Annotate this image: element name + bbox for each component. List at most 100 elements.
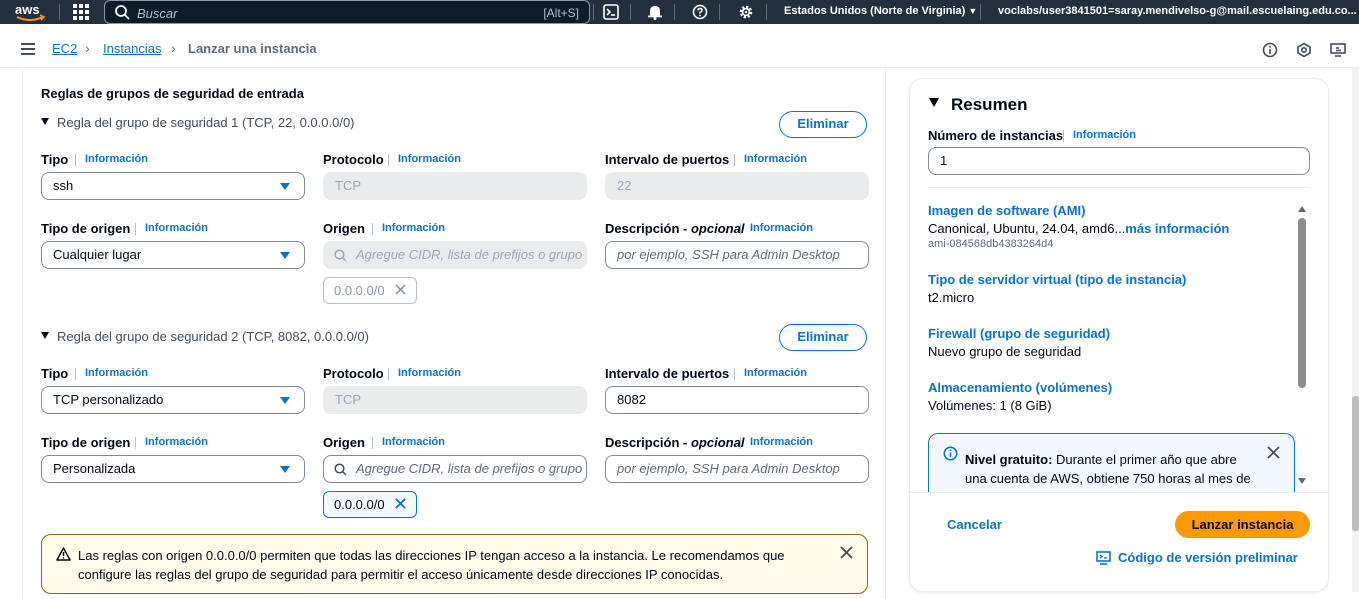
rule-1-source-type-select[interactable]: Cualquier lugar [41,241,305,269]
preview-code-link[interactable]: Código de versión preliminar [1096,550,1298,565]
divider [719,4,720,20]
open-access-warning-alert: Las reglas con origen 0.0.0.0/0 permiten… [41,534,868,594]
chevron-right-icon: › [85,40,90,56]
divider [388,154,389,166]
instances-count-input[interactable]: 1 [928,147,1310,175]
search-placeholder: Buscar [137,6,178,21]
cancel-button[interactable]: Cancelar [947,517,1002,532]
caret-down-icon [280,183,290,190]
rule-2-source-input[interactable]: Agregue CIDR, lista de prefijos o grupo … [323,455,587,483]
account-menu[interactable]: voclabs/user3841501=saray.mendivelso-g@m… [998,5,1359,17]
screen-preview-icon[interactable] [1330,42,1346,58]
settings-gear-icon[interactable] [738,4,754,20]
rule-2-description-input[interactable]: por ejemplo, SSH para Admin Desktop [605,455,869,483]
instances-count-label: Número de instancias [928,128,1064,143]
delete-rule-2-button[interactable]: Eliminar [779,324,867,351]
search-icon [334,463,347,476]
remove-token-icon [395,284,406,295]
rule-2-type-select[interactable]: TCP personalizado [41,386,305,414]
breadcrumb-instances[interactable]: Instancias [103,41,162,56]
feedback-icon[interactable] [1296,42,1312,58]
rule-1-source-input: Agregue CIDR, lista de prefijos o grupo … [323,241,587,269]
port-range-info-link[interactable]: Información [744,153,807,165]
divider [1063,130,1064,142]
instance-type-value: t2.micro [928,290,975,305]
close-icon[interactable] [840,546,853,559]
rule-1-description-input[interactable]: por ejemplo, SSH para Admin Desktop [605,241,869,269]
rule-2-port-range-input[interactable]: 8082 [605,386,869,414]
notifications-bell-icon[interactable] [647,4,663,20]
description-label: Descripción - opcional [605,435,745,450]
rule-1-header[interactable]: Regla del grupo de seguridad 1 (TCP, 22,… [41,115,355,130]
divider [372,223,373,235]
source-info-link[interactable]: Información [382,436,445,448]
divider [674,4,675,20]
aws-logo-icon[interactable]: aws [14,1,46,23]
instance-type-link[interactable]: Tipo de servidor virtual (tipo de instan… [928,272,1186,287]
type-label: Tipo [41,366,69,381]
ami-link[interactable]: Imagen de software (AMI) [928,203,1085,218]
free-tier-alert: Nivel gratuito: Durante el primer año qu… [928,433,1295,493]
remove-token-icon[interactable] [394,497,407,510]
info-circle-icon [943,446,958,461]
divider [75,368,76,380]
caret-down-icon [280,397,290,404]
rule-2-source-type-select[interactable]: Personalizada [41,455,305,483]
source-info-link[interactable]: Información [382,222,445,234]
expand-triangle-icon [41,118,49,125]
summary-scrollbar-thumb[interactable] [1298,218,1306,388]
source-type-info-link[interactable]: Información [145,436,208,448]
summary-title[interactable]: Resumen [929,95,1028,115]
type-info-link[interactable]: Información [85,367,148,379]
search-icon [334,249,347,262]
ami-more-link[interactable]: más información [1125,221,1229,236]
collapse-triangle-icon [929,98,939,107]
divider [75,154,76,166]
launch-instance-button[interactable]: Lanzar instancia [1175,511,1310,538]
page-scrollbar[interactable] [1352,68,1359,592]
source-label: Origen [323,435,365,450]
divider [910,492,1328,493]
divider [630,4,631,20]
delete-rule-1-button[interactable]: Eliminar [779,111,867,138]
protocol-info-link[interactable]: Información [398,153,461,165]
source-type-info-link[interactable]: Información [145,222,208,234]
divider [59,4,60,20]
scroll-up-arrow-icon[interactable] [1298,206,1306,212]
port-range-info-link[interactable]: Información [744,367,807,379]
menu-hamburger-icon[interactable] [21,43,35,55]
protocol-info-link[interactable]: Información [398,367,461,379]
divider [135,223,136,235]
source-label: Origen [323,221,365,236]
breadcrumb-bar: EC2 › Instancias › Lanzar una instancia [0,31,1359,68]
firewall-link[interactable]: Firewall (grupo de seguridad) [928,326,1110,341]
instances-info-link[interactable]: Información [1073,129,1136,141]
services-grid-icon[interactable] [73,4,89,20]
region-selector[interactable]: Estados Unidos (Norte de Virginia) ▼ [784,5,977,17]
rule-1-type-select[interactable]: ssh [41,172,305,200]
info-circle-icon[interactable] [1262,42,1278,58]
divider [734,154,735,166]
description-info-link[interactable]: Información [750,222,813,234]
type-info-link[interactable]: Información [85,153,148,165]
global-search-input[interactable]: Buscar [Alt+S] [104,0,590,24]
warning-triangle-icon [56,547,71,561]
help-icon[interactable] [692,4,708,20]
port-range-label: Intervalo de puertos [605,152,730,167]
breadcrumb-current: Lanzar una instancia [188,41,317,56]
breadcrumb-ec2[interactable]: EC2 [52,41,77,56]
cloudshell-icon[interactable] [603,4,619,20]
rule-2-header[interactable]: Regla del grupo de seguridad 2 (TCP, 808… [41,329,369,344]
close-icon[interactable] [1267,446,1280,459]
caret-down-icon [280,252,290,259]
rule-2-protocol-field: TCP [323,386,587,414]
rule-1-protocol-field: TCP [323,172,587,200]
divider [372,437,373,449]
page-scrollbar-thumb[interactable] [1352,396,1359,531]
divider [740,437,741,449]
description-info-link[interactable]: Información [750,436,813,448]
storage-link[interactable]: Almacenamiento (volúmenes) [928,380,1112,395]
scroll-down-arrow-icon[interactable] [1298,478,1306,484]
divider [740,223,741,235]
caret-down-icon: ▼ [968,6,978,16]
